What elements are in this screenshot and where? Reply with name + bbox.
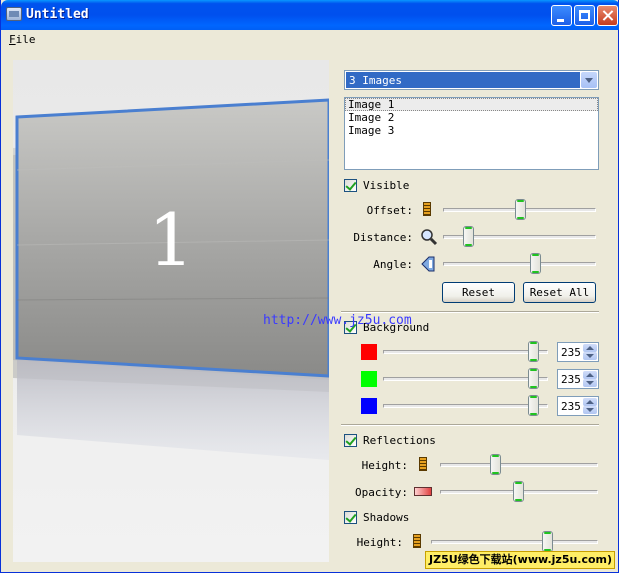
reflection-height-slider-track[interactable] xyxy=(440,463,598,467)
green-swatch xyxy=(361,371,377,387)
visible-label: Visible xyxy=(363,179,410,192)
footer-badge: JZ5U绿色下载站(www.jz5u.com) xyxy=(425,551,615,569)
red-spinner[interactable]: 235 xyxy=(557,342,599,362)
shadow-height-slider-thumb[interactable] xyxy=(542,531,553,552)
green-slider-track[interactable] xyxy=(383,377,548,381)
red-value[interactable]: 235 xyxy=(561,346,581,359)
images-combo[interactable]: 3 Images xyxy=(344,70,599,90)
blue-slider-track[interactable] xyxy=(383,404,548,408)
red-swatch xyxy=(361,344,377,360)
preview-scene: 1 xyxy=(13,98,329,460)
reflections-label: Reflections xyxy=(363,434,436,447)
app-icon xyxy=(6,7,22,21)
image-list[interactable]: Image 1 Image 2 Image 3 xyxy=(344,97,599,170)
minimize-button[interactable] xyxy=(551,5,572,26)
spin-down-icon[interactable] xyxy=(583,406,597,414)
chevron-down-icon[interactable] xyxy=(581,72,597,88)
red-slider-track[interactable] xyxy=(383,350,548,354)
ruler-icon xyxy=(419,457,427,471)
shadows-checkbox[interactable] xyxy=(344,511,357,524)
green-value[interactable]: 235 xyxy=(561,373,581,386)
spin-up-icon[interactable] xyxy=(583,344,597,352)
close-button[interactable] xyxy=(597,5,618,26)
window-title: Untitled xyxy=(26,7,89,22)
green-slider-thumb[interactable] xyxy=(528,368,539,389)
offset-label: Offset: xyxy=(366,204,413,217)
angle-slider-thumb[interactable] xyxy=(530,253,541,274)
spin-down-icon[interactable] xyxy=(583,352,597,360)
separator xyxy=(341,424,599,426)
magnifier-icon xyxy=(420,228,438,246)
shadows-label: Shadows xyxy=(363,511,410,524)
menu-file[interactable]: File xyxy=(9,33,36,46)
spin-up-icon[interactable] xyxy=(583,398,597,406)
title-bar[interactable]: Untitled xyxy=(1,0,619,30)
reflection-height-label: Height: xyxy=(361,459,408,472)
preview-canvas[interactable]: 1 xyxy=(13,60,329,562)
distance-label: Distance: xyxy=(353,231,413,244)
list-item[interactable]: Image 3 xyxy=(345,124,598,137)
distance-slider-thumb[interactable] xyxy=(463,226,474,247)
spin-down-icon[interactable] xyxy=(583,379,597,387)
blue-swatch xyxy=(361,398,377,414)
reset-button[interactable]: Reset xyxy=(442,282,515,303)
opacity-icon xyxy=(414,487,432,496)
blue-slider-thumb[interactable] xyxy=(528,395,539,416)
list-item[interactable]: Image 2 xyxy=(345,111,598,124)
red-slider-thumb[interactable] xyxy=(528,341,539,362)
reflection-opacity-label: Opacity: xyxy=(355,486,408,499)
reflections-checkbox[interactable] xyxy=(344,434,357,447)
images-combo-value: 3 Images xyxy=(346,72,580,88)
visible-checkbox[interactable] xyxy=(344,179,357,192)
maximize-button[interactable] xyxy=(574,5,595,26)
reflection-height-slider-thumb[interactable] xyxy=(490,454,501,475)
menu-bar: File xyxy=(1,30,619,50)
blue-value[interactable]: 235 xyxy=(561,400,581,413)
ruler-icon xyxy=(413,534,421,548)
angle-icon xyxy=(421,256,435,272)
app-window: Untitled File 1 3 Images Image 1 Image 2… xyxy=(0,0,619,573)
green-spinner[interactable]: 235 xyxy=(557,369,599,389)
shadow-height-slider-track[interactable] xyxy=(431,540,598,544)
spin-up-icon[interactable] xyxy=(583,371,597,379)
list-item[interactable]: Image 1 xyxy=(345,98,598,111)
blue-spinner[interactable]: 235 xyxy=(557,396,599,416)
angle-label: Angle: xyxy=(373,258,413,271)
shadow-height-label: Height: xyxy=(356,536,403,549)
ruler-icon xyxy=(423,202,431,216)
reset-all-button[interactable]: Reset All xyxy=(523,282,596,303)
reflection-opacity-slider-thumb[interactable] xyxy=(513,481,524,502)
watermark-url: http://www.jz5u.com xyxy=(263,313,412,328)
front-card-label: 1 xyxy=(148,198,194,282)
offset-slider-thumb[interactable] xyxy=(515,199,526,220)
angle-slider-track[interactable] xyxy=(443,262,596,266)
